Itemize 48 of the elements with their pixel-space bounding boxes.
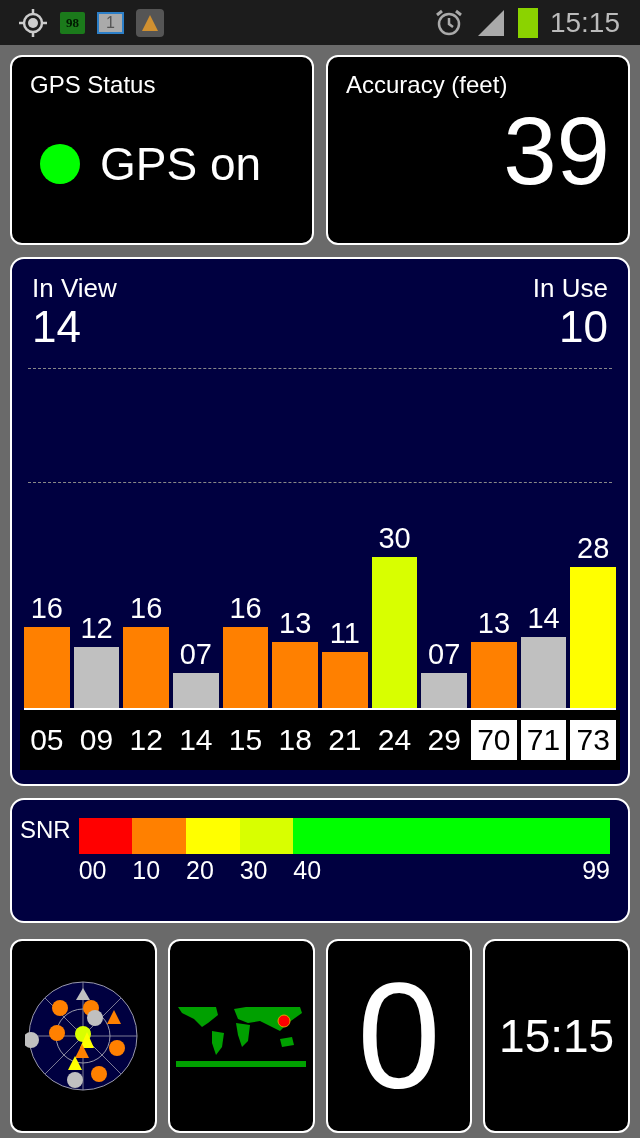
in-view-label: In View <box>32 273 117 304</box>
snr-value: 12 <box>80 614 113 644</box>
snr-value: 28 <box>577 533 610 563</box>
satellite-id: 09 <box>78 722 115 758</box>
snr-value: 07 <box>179 639 212 669</box>
notification-count: 1 <box>97 11 124 34</box>
satellite-id: 14 <box>178 722 214 758</box>
snr-value: 13 <box>279 609 312 639</box>
location-icon <box>18 7 48 38</box>
satellite-id: 73 <box>570 720 617 760</box>
satellite-id: 15 <box>227 722 264 758</box>
scale-label: 20 <box>186 858 214 883</box>
scale-label: 10 <box>132 858 161 883</box>
satellite-id: 71 <box>520 720 567 760</box>
battery-widget: 98 <box>60 11 85 34</box>
scale-label: 00 <box>78 858 107 883</box>
speed-value: 0 <box>357 961 441 1111</box>
snr-value: 16 <box>130 594 163 624</box>
alarm-icon <box>433 7 464 38</box>
satellite-id: 18 <box>277 722 313 758</box>
battery-icon <box>517 7 538 38</box>
snr-value: 16 <box>229 594 262 624</box>
snr-value: 30 <box>378 523 411 553</box>
satellite-id: 70 <box>471 720 517 760</box>
snr-value: 07 <box>428 639 461 669</box>
legend-title: SNR <box>20 818 71 845</box>
app-icon <box>135 8 164 37</box>
status-time: 15:15 <box>549 6 620 39</box>
scale-label: 40 <box>293 858 322 883</box>
in-view-count: 14 <box>32 304 82 351</box>
clock-time: 15:15 <box>499 1009 615 1063</box>
snr-value: 14 <box>527 604 560 634</box>
satellite-id: 05 <box>29 722 65 758</box>
snr-value: 13 <box>477 609 510 639</box>
in-use-count: 10 <box>558 304 608 351</box>
accuracy-value: 39 <box>503 103 610 199</box>
satellite-id: 21 <box>327 722 363 758</box>
gps-state: GPS on <box>100 137 262 191</box>
scale-label: 30 <box>239 858 268 883</box>
snr-value: 11 <box>329 619 360 649</box>
satellite-id: 29 <box>426 722 462 758</box>
satellite-id: 12 <box>128 722 164 758</box>
card-title: GPS Status <box>30 71 157 99</box>
snr-value: 16 <box>30 594 63 624</box>
in-use-label: In Use <box>532 273 608 304</box>
card-title: Accuracy (feet) <box>346 71 509 99</box>
scale-label: 99 <box>582 858 610 883</box>
satellite-id: 24 <box>376 722 413 758</box>
